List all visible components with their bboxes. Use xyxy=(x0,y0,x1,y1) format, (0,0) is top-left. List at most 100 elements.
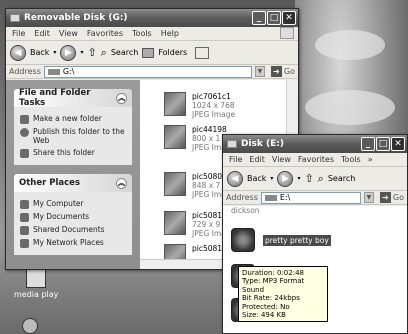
place-label: My Documents xyxy=(33,212,90,221)
file-item[interactable]: pic50812 729 x 9 JPEG Ima xyxy=(164,211,227,238)
forward-arrow-icon[interactable]: ▶ xyxy=(277,170,294,187)
go-button[interactable]: ➜ Go xyxy=(377,192,407,203)
windows-logo-icon xyxy=(280,27,294,39)
file-item[interactable]: pic50814 xyxy=(164,244,227,259)
panel-header[interactable]: File and Folder Tasks ︽ xyxy=(14,88,132,108)
menu-favorites[interactable]: Favorites xyxy=(87,29,123,38)
place-shared-documents[interactable]: Shared Documents xyxy=(20,225,126,235)
menu-help[interactable]: Help xyxy=(161,29,179,38)
dropdown-arrow-icon[interactable]: ▾ xyxy=(270,175,273,182)
minimize-button[interactable]: _ xyxy=(252,11,266,25)
file-item[interactable]: pic7061c1 1024 x 768 JPEG Image xyxy=(164,92,235,119)
place-my-computer[interactable]: My Computer xyxy=(20,199,126,209)
tooltip-size: Size: 494 KB xyxy=(242,311,286,320)
title-bar[interactable]: Removable Disk (G:) _ □ ✕ xyxy=(6,9,298,27)
panel-header[interactable]: Other Places ︽ xyxy=(14,174,132,192)
file-name: pic7061c1 xyxy=(192,92,231,101)
list-item[interactable]: pretty pretty boy xyxy=(231,228,331,252)
close-button[interactable]: ✕ xyxy=(282,11,296,25)
menu-overflow-chevron[interactable]: » xyxy=(368,155,373,164)
panel-title: File and Folder Tasks xyxy=(19,88,91,108)
documents-folder-icon xyxy=(20,213,29,222)
shared-folder-icon xyxy=(20,226,29,235)
go-button[interactable]: ➜ Go xyxy=(268,66,298,77)
tooltip-duration: Duration: 0:02:48 xyxy=(242,269,304,277)
drive-icon xyxy=(227,140,237,148)
task-pane: File and Folder Tasks ︽ Make a new folde… xyxy=(6,80,140,269)
task-new-folder[interactable]: Make a new folder xyxy=(20,114,126,124)
file-item[interactable]: pic44198 800 x 1 JPEG Ima xyxy=(164,125,227,152)
menu-view[interactable]: View xyxy=(272,155,291,164)
back-button-label[interactable]: Back xyxy=(30,48,49,57)
back-arrow-icon[interactable]: ◀ xyxy=(10,44,26,61)
place-my-documents[interactable]: My Documents xyxy=(20,212,126,222)
list-item[interactable]: dickson xyxy=(231,206,260,215)
up-folder-icon[interactable]: ⇧ xyxy=(87,46,96,59)
dropdown-arrow-icon[interactable]: ▾ xyxy=(297,175,300,182)
menu-edit[interactable]: Edit xyxy=(249,155,265,164)
drive-icon xyxy=(47,68,60,75)
file-name: pic44198 xyxy=(192,125,227,134)
minimize-button[interactable]: _ xyxy=(361,137,375,151)
file-item[interactable]: pic50805 848 x 7 JPEG Ima xyxy=(164,172,227,199)
title-bar[interactable]: Disk (E:) _ □ ✕ xyxy=(223,135,407,153)
place-network-places[interactable]: My Network Places xyxy=(20,238,126,248)
toolbar: ◀ Back ▾ ▶ ▾ ⇧ ⌕ Search Folders xyxy=(6,41,298,65)
address-dropdown-icon[interactable]: ▼ xyxy=(254,66,265,77)
menu-favorites[interactable]: Favorites xyxy=(298,155,334,164)
panel-title: Other Places xyxy=(19,178,80,188)
jpeg-thumbnail-icon xyxy=(164,125,186,149)
dropdown-arrow-icon[interactable]: ▾ xyxy=(80,49,83,56)
task-publish-web[interactable]: Publish this folder to the Web xyxy=(20,127,126,145)
search-button-label[interactable]: Search xyxy=(111,48,138,57)
drive-icon xyxy=(264,194,277,201)
folders-icon[interactable] xyxy=(142,47,155,58)
folders-button-label[interactable]: Folders xyxy=(158,48,187,57)
close-button[interactable]: ✕ xyxy=(391,137,405,151)
dropdown-arrow-icon[interactable]: ▾ xyxy=(53,49,56,56)
address-value: E:\ xyxy=(279,193,291,202)
desktop-icon-partial[interactable] xyxy=(22,318,38,334)
task-label: Make a new folder xyxy=(33,114,102,123)
up-folder-icon[interactable]: ⇧ xyxy=(304,172,313,185)
address-label: Address xyxy=(226,193,258,202)
search-icon[interactable]: ⌕ xyxy=(101,46,107,60)
collapse-chevron-icon[interactable]: ︽ xyxy=(116,177,127,189)
tooltip-protected: Protected: No xyxy=(242,302,290,311)
item-label: dickson xyxy=(231,206,260,215)
tooltip-type: Type: MP3 Format Sound xyxy=(242,277,305,294)
address-dropdown-icon[interactable]: ▼ xyxy=(363,192,374,203)
app-icon xyxy=(22,318,38,334)
jpeg-thumbnail-icon xyxy=(164,92,186,116)
tooltip-bitrate: Bit Rate: 24kbps xyxy=(242,294,300,303)
menu-edit[interactable]: Edit xyxy=(34,29,50,38)
views-icon[interactable] xyxy=(195,46,210,59)
globe-icon xyxy=(20,128,29,137)
maximize-button[interactable]: □ xyxy=(376,137,390,151)
collapse-chevron-icon[interactable]: ︽ xyxy=(116,92,127,104)
network-icon xyxy=(20,239,29,248)
media-player-icon xyxy=(26,268,47,288)
back-arrow-icon[interactable]: ◀ xyxy=(227,170,243,187)
menu-tools[interactable]: Tools xyxy=(132,29,152,38)
task-label: Share this folder xyxy=(33,148,95,157)
search-icon[interactable]: ⌕ xyxy=(318,172,324,186)
forward-arrow-icon[interactable]: ▶ xyxy=(60,44,77,61)
search-button-label[interactable]: Search xyxy=(328,174,355,183)
address-bar: Address E:\ ▼ ➜ Go xyxy=(223,191,407,205)
menu-view[interactable]: View xyxy=(59,29,78,38)
task-share-folder[interactable]: Share this folder xyxy=(20,148,126,158)
go-label: Go xyxy=(283,67,295,76)
desktop-icon-media-play[interactable]: media play xyxy=(14,268,58,299)
jpeg-thumbnail-icon xyxy=(164,211,186,235)
menu-tools[interactable]: Tools xyxy=(341,155,361,164)
maximize-button[interactable]: □ xyxy=(267,11,281,25)
address-value: G:\ xyxy=(62,67,75,76)
address-field[interactable]: E:\ xyxy=(260,191,361,204)
address-field[interactable]: G:\ xyxy=(43,65,252,78)
jpeg-thumbnail-icon xyxy=(164,244,186,259)
item-label: pretty pretty boy xyxy=(263,234,331,246)
menu-file[interactable]: File xyxy=(12,29,25,38)
menu-file[interactable]: File xyxy=(229,155,242,164)
back-button-label[interactable]: Back xyxy=(247,174,266,183)
